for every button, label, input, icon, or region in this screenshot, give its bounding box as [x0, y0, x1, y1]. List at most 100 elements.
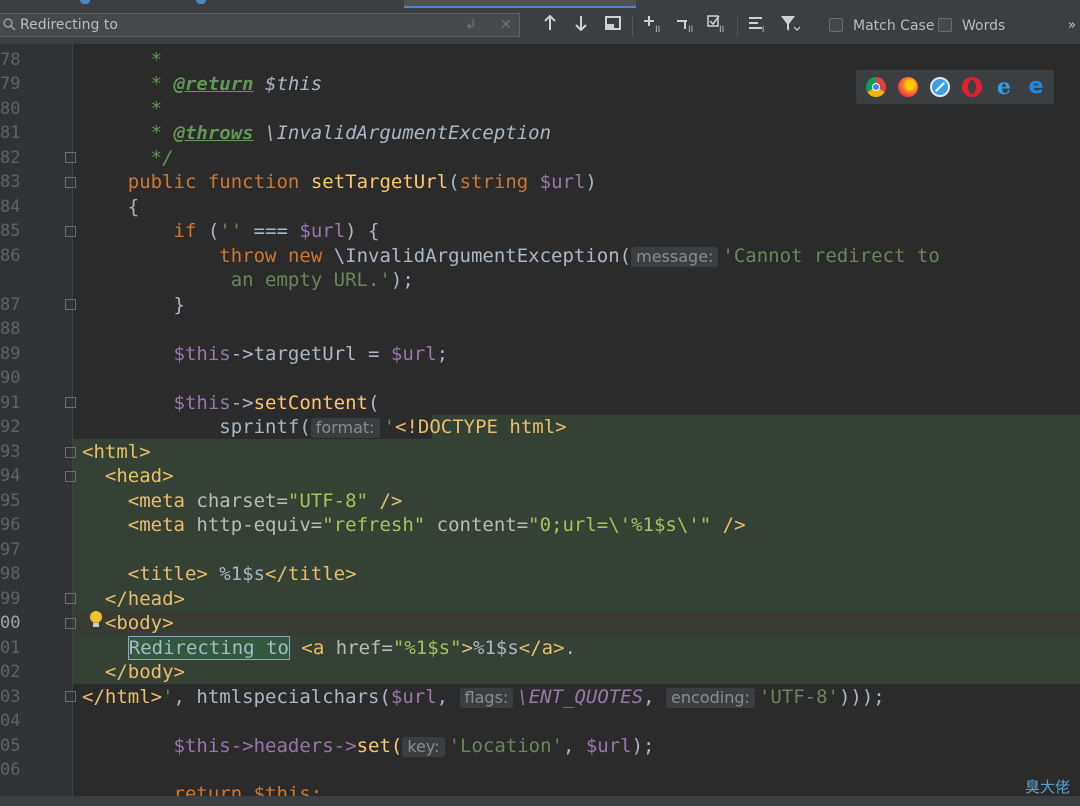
line-number: 01 — [0, 638, 21, 658]
fold-marker-icon[interactable] — [65, 177, 76, 188]
clear-search-icon[interactable]: ✕ — [500, 17, 512, 33]
search-icon[interactable] — [2, 17, 18, 33]
line-number: 85 — [0, 221, 21, 241]
line-number: 81 — [0, 123, 21, 143]
code-line: if ('' === $url) { — [173, 220, 380, 242]
line-number: 98 — [0, 564, 21, 584]
code-line: an empty URL.'); — [230, 269, 414, 291]
code-line: $this->headers->set(key: 'Location', $url… — [173, 735, 655, 757]
search-field[interactable]: ↲ ✕ — [0, 13, 520, 37]
code-line: $this->setContent( — [173, 392, 380, 414]
parameter-hint: flags: — [459, 688, 514, 708]
line-number: 03 — [0, 687, 21, 707]
code-line: } — [82, 294, 185, 316]
words-checkbox[interactable] — [938, 18, 952, 32]
fold-marker-icon[interactable] — [65, 447, 76, 458]
svg-text:II: II — [719, 25, 724, 33]
multiline-icon[interactable]: I — [746, 15, 770, 37]
parameter-hint: encoding: — [666, 688, 755, 708]
toolbar-separator — [737, 16, 738, 36]
line-number: 91 — [0, 393, 21, 413]
code-line: <meta charset="UTF-8" /> — [127, 490, 403, 512]
line-number: 00 — [0, 613, 21, 633]
line-number: 92 — [0, 417, 21, 437]
line-number: 79 — [0, 74, 21, 94]
code-line: throw new \InvalidArgumentException(mess… — [219, 245, 940, 267]
select-all-icon[interactable]: II — [706, 15, 730, 37]
remove-occurrence-icon[interactable]: II — [675, 15, 699, 37]
code-line: <head> — [104, 465, 174, 487]
line-number: 84 — [0, 197, 21, 217]
code-line: <title> %1$s</title> — [127, 563, 357, 585]
code-line: * @return $this — [82, 73, 323, 95]
words-label[interactable]: Words — [962, 18, 1005, 34]
editor-tab-strip — [0, 0, 1080, 8]
intention-bulb-icon[interactable] — [89, 611, 103, 629]
code-line: */ — [82, 147, 174, 169]
fold-marker-icon[interactable] — [65, 471, 76, 482]
fold-marker-icon[interactable] — [65, 593, 76, 604]
arrow-down-icon[interactable] — [569, 15, 593, 37]
toolbar-separator — [632, 16, 633, 36]
line-number: 96 — [0, 515, 21, 535]
select-all-occurrences-icon[interactable] — [601, 15, 625, 37]
watermark: 臭大佬 — [1024, 778, 1070, 796]
code-line: Redirecting to <a href="%1$s">%1$s</a>. — [127, 636, 576, 660]
filter-icon[interactable] — [778, 15, 802, 37]
fold-marker-icon[interactable] — [65, 152, 76, 163]
find-in-file-bar: ↲ ✕ II II II I Match Case Words » — [0, 8, 1080, 45]
code-line: </head> — [104, 588, 185, 610]
line-number: 99 — [0, 589, 21, 609]
chrome-icon[interactable] — [866, 77, 886, 97]
line-number: 02 — [0, 662, 21, 682]
line-number — [0, 268, 30, 292]
code-line: <html> — [82, 441, 151, 463]
parameter-hint: key: — [402, 737, 445, 757]
code-line: sprintf(format: '<!DOCTYPE html> — [219, 416, 567, 438]
opera-icon[interactable] — [962, 77, 982, 97]
svg-text:I: I — [762, 25, 764, 33]
line-number: 89 — [0, 344, 21, 364]
line-number: 88 — [0, 319, 21, 339]
svg-text:II: II — [655, 25, 660, 33]
line-number: 83 — [0, 172, 21, 192]
line-number: 87 — [0, 295, 21, 315]
line-number: 95 — [0, 491, 21, 511]
parameter-hint: message: — [631, 247, 719, 267]
parameter-hint: format: — [310, 418, 380, 438]
svg-text:II: II — [688, 25, 693, 33]
fold-marker-icon[interactable] — [65, 397, 76, 408]
edge-icon[interactable]: e — [1026, 76, 1046, 98]
arrow-up-icon[interactable] — [538, 14, 562, 37]
line-number: 06 — [0, 760, 21, 780]
match-case-checkbox[interactable] — [829, 18, 843, 32]
fold-marker-icon[interactable] — [65, 691, 76, 702]
firefox-icon[interactable] — [898, 77, 918, 97]
browser-preview-bar: e e — [856, 70, 1054, 104]
code-line: * — [82, 49, 163, 71]
line-number: 93 — [0, 442, 21, 462]
line-number: 80 — [0, 99, 21, 119]
code-line: </body> — [104, 661, 185, 683]
safari-icon[interactable] — [930, 77, 950, 97]
fold-marker-icon[interactable] — [65, 226, 76, 237]
search-input[interactable] — [20, 15, 440, 35]
more-icon[interactable]: » — [1060, 15, 1080, 37]
search-match: Redirecting to — [127, 636, 290, 660]
fold-marker-icon[interactable] — [65, 618, 76, 629]
line-number: 90 — [0, 368, 21, 388]
code-line: $this->targetUrl = $url; — [173, 343, 449, 365]
line-number: 86 — [0, 246, 21, 266]
code-line: </html>', htmlspecialchars($url, flags: \… — [82, 686, 885, 708]
active-tab[interactable] — [404, 0, 636, 8]
current-line-highlight — [73, 611, 1080, 635]
add-occurrence-icon[interactable]: II — [642, 15, 666, 37]
fold-marker-icon[interactable] — [65, 299, 76, 310]
match-case-label[interactable]: Match Case — [853, 18, 934, 34]
tab-icon — [80, 0, 90, 4]
line-number: 04 — [0, 711, 21, 731]
new-line-icon[interactable]: ↲ — [465, 17, 477, 33]
code-editor[interactable]: 78 79 80 81 82 83 84 85 86 87 88 89 90 91 92 93 94 95 96 97… — [0, 44, 1080, 796]
ie-icon[interactable]: e — [994, 76, 1014, 98]
code-line: public function setTargetUrl(string $url… — [127, 171, 597, 193]
